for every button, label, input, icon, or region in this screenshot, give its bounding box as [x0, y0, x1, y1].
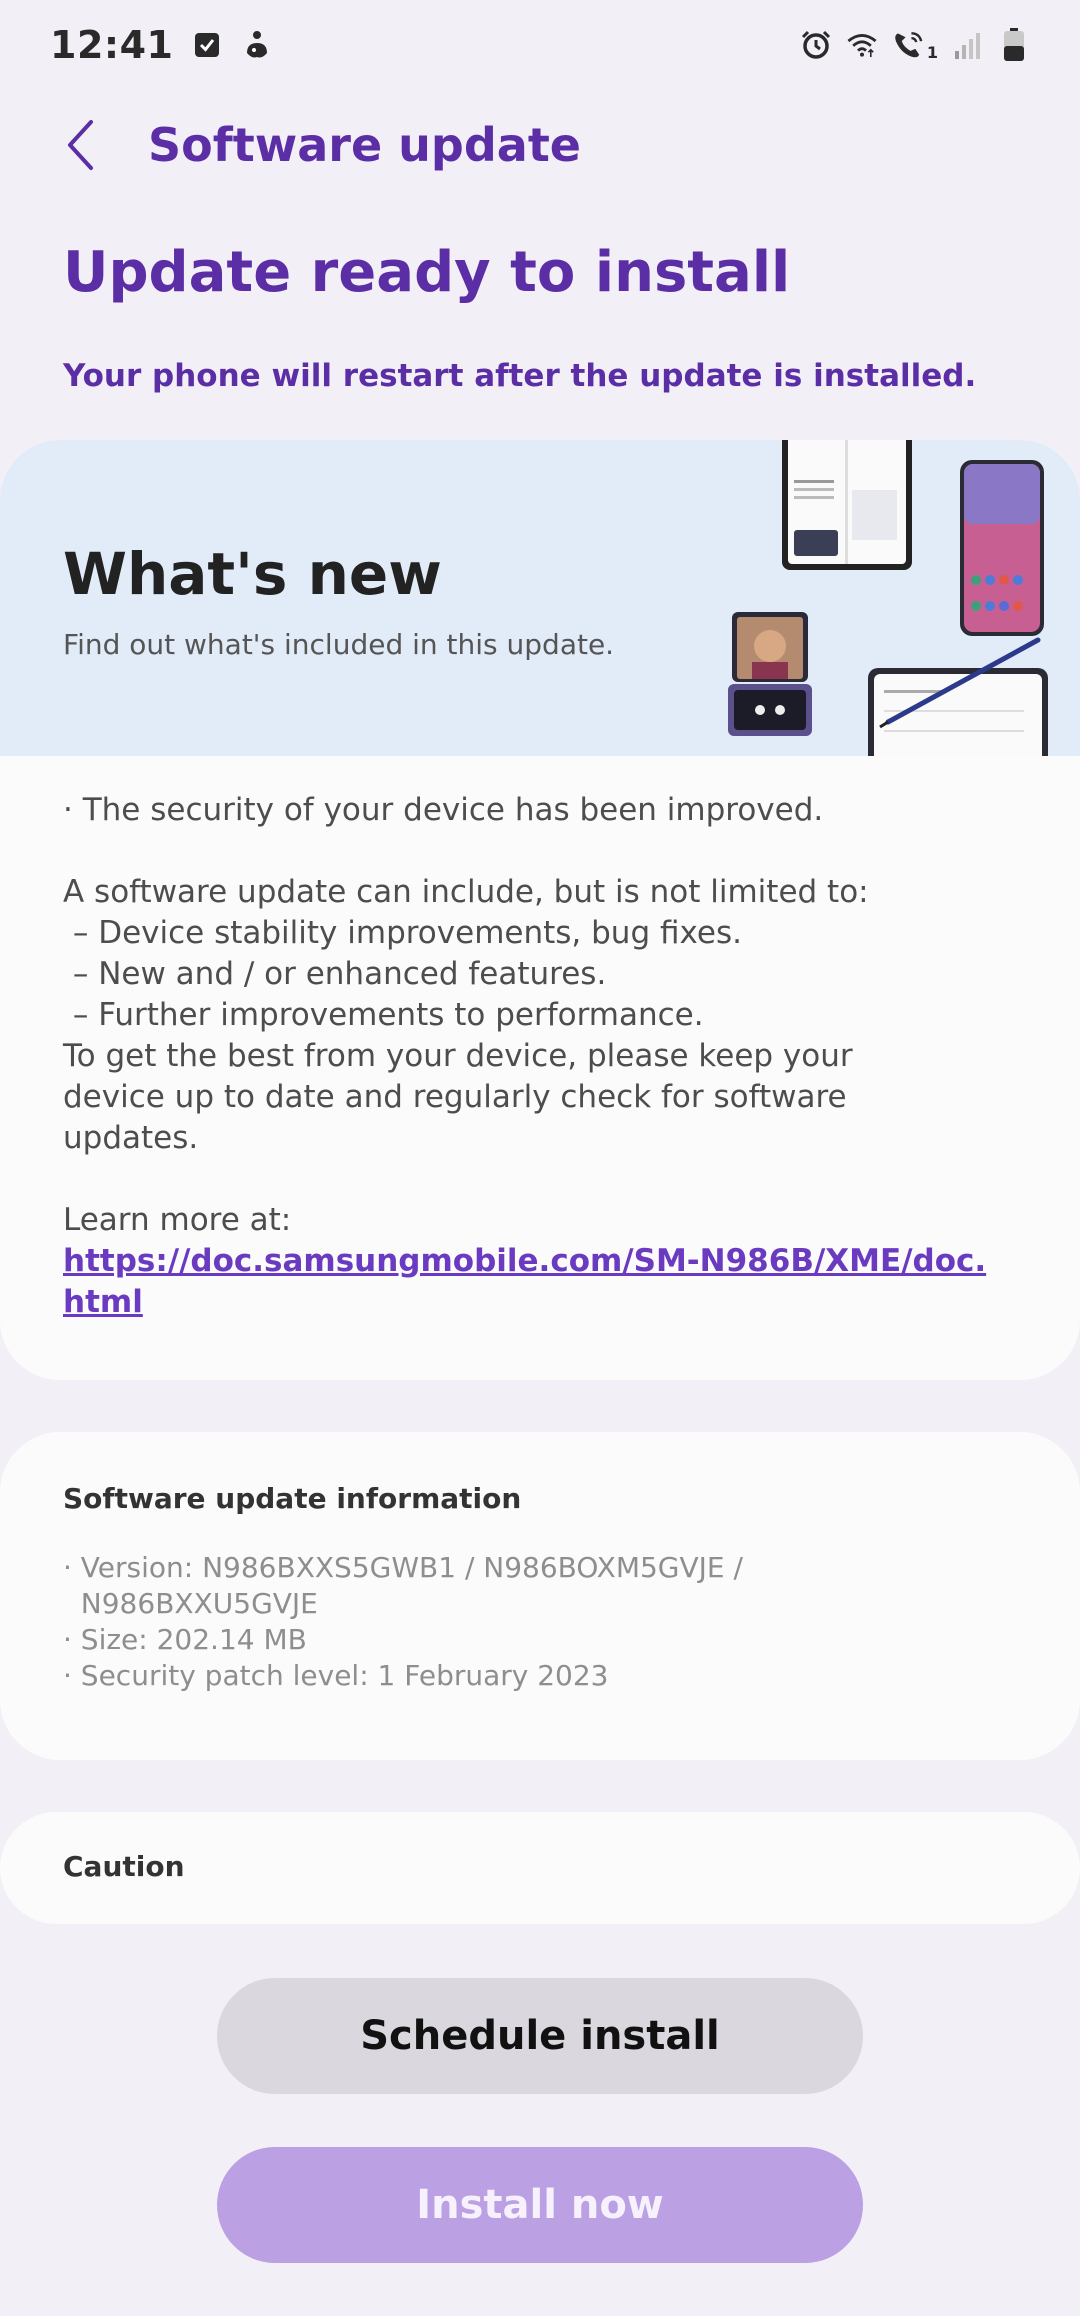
- chevron-left-icon: [68, 120, 93, 170]
- learn-more-link[interactable]: https://doc.samsungmobile.com/SM-N986B/X…: [63, 1241, 993, 1323]
- accessibility-icon: [241, 29, 273, 61]
- alarm-icon: [800, 29, 832, 61]
- body-line: To get the best from your device, please…: [63, 1038, 853, 1074]
- whats-new-body: · The security of your device has been i…: [63, 790, 1023, 1323]
- install-now-button[interactable]: Install now: [217, 2147, 863, 2263]
- caution-title: Caution: [63, 1850, 185, 1883]
- status-right: 1: [800, 28, 1030, 62]
- status-time: 12:41: [50, 23, 174, 67]
- tablet-image: [868, 637, 1048, 778]
- devices-illustration: [720, 440, 1080, 778]
- schedule-install-button[interactable]: Schedule install: [217, 1978, 863, 2094]
- security-patch-line: · Security patch level: 1 February 2023: [63, 1659, 609, 1692]
- body-line: updates.: [63, 1120, 199, 1156]
- status-left: 12:41: [50, 23, 273, 67]
- restart-notice: Your phone will restart after the update…: [63, 358, 977, 394]
- back-button[interactable]: [50, 112, 110, 178]
- whats-new-card: What's new Find out what's included in t…: [0, 440, 1080, 1380]
- checkbox-icon: [191, 29, 223, 61]
- foldable-phone-image: [782, 440, 912, 570]
- body-line: · The security of your device has been i…: [63, 792, 824, 828]
- flip-phone-image: [728, 612, 812, 736]
- status-bar: 12:41 1: [0, 0, 1080, 90]
- app-bar: Software update: [0, 100, 1080, 190]
- update-info-card: Software update information · Version: N…: [0, 1432, 1080, 1760]
- call-sim-label: 1: [926, 42, 938, 62]
- update-info-title: Software update information: [63, 1482, 522, 1515]
- version-line-cont: N986BXXU5GVJE: [63, 1587, 318, 1620]
- phone-image: [960, 460, 1044, 636]
- update-headline: Update ready to install: [63, 240, 791, 305]
- signal-icon: [952, 29, 984, 61]
- learn-more-label: Learn more at:: [63, 1202, 292, 1238]
- wifi-calling-icon: 1: [892, 29, 938, 62]
- size-line: · Size: 202.14 MB: [63, 1623, 307, 1656]
- caution-card[interactable]: Caution: [0, 1812, 1080, 1924]
- version-line: · Version: N986BXXS5GWB1 / N986BOXM5GVJE…: [63, 1551, 743, 1584]
- body-line: – Device stability improvements, bug fix…: [63, 915, 742, 951]
- update-info-list: · Version: N986BXXS5GWB1 / N986BOXM5GVJE…: [63, 1550, 963, 1694]
- body-line: device up to date and regularly check fo…: [63, 1079, 847, 1115]
- body-line: A software update can include, but is no…: [63, 874, 869, 910]
- body-spacer: [63, 1159, 1023, 1200]
- body-line: – Further improvements to performance.: [63, 997, 704, 1033]
- battery-icon: [998, 28, 1030, 61]
- wifi-icon: [846, 29, 878, 61]
- whats-new-title: What's new: [63, 540, 442, 608]
- whats-new-subtitle: Find out what's included in this update.: [63, 628, 615, 661]
- page-title: Software update: [148, 118, 582, 172]
- body-line: – New and / or enhanced features.: [63, 956, 607, 992]
- body-spacer: [63, 831, 1023, 872]
- whats-new-banner: What's new Find out what's included in t…: [0, 440, 1080, 778]
